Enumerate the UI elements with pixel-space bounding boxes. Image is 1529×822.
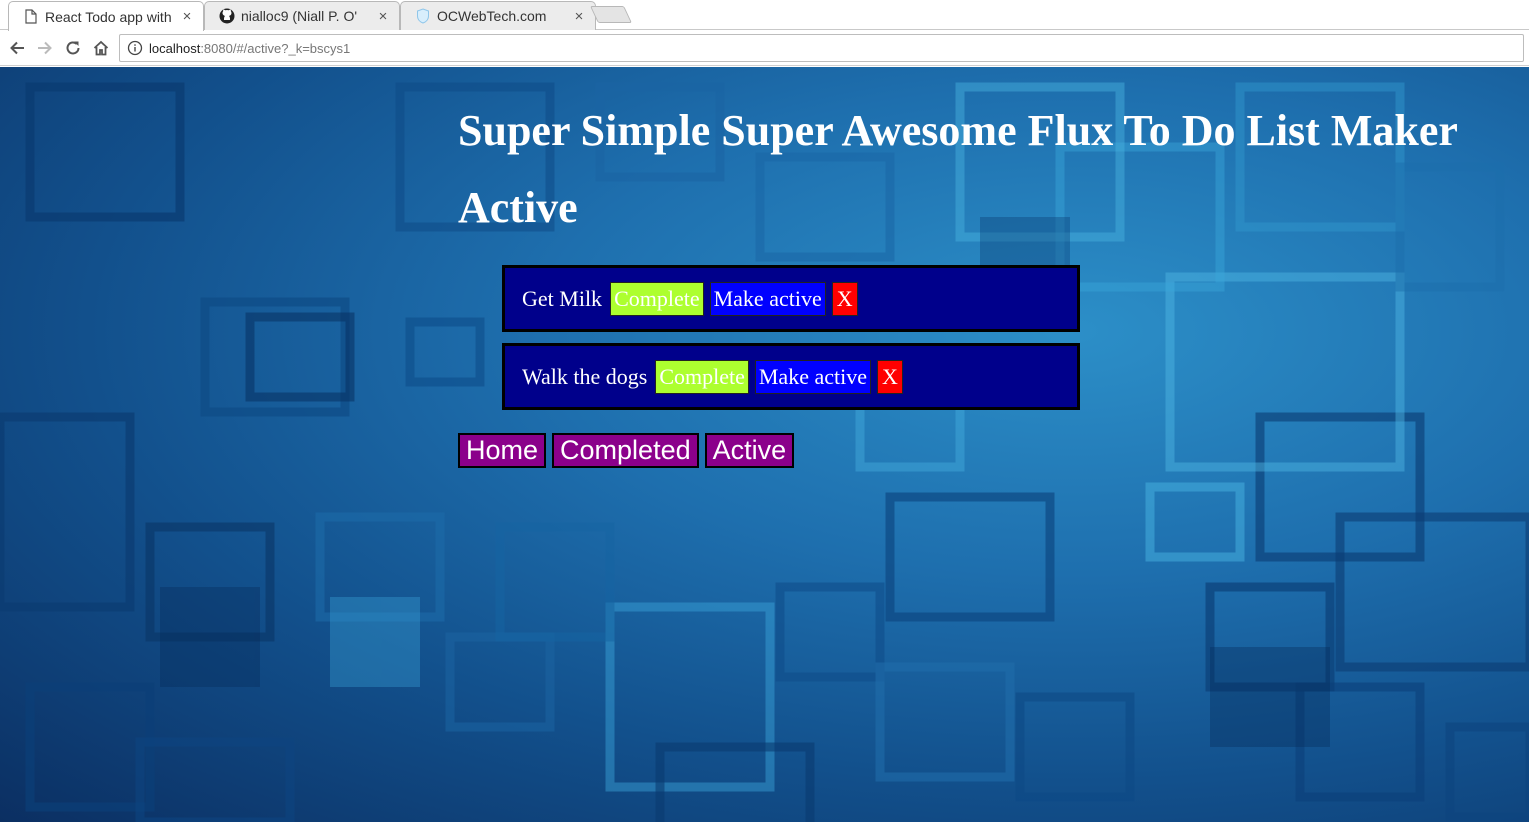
forward-arrow-icon — [38, 41, 52, 55]
back-arrow-icon — [10, 41, 24, 55]
reload-button[interactable] — [62, 37, 84, 59]
section-title: Active — [458, 183, 578, 232]
make-active-button[interactable]: Make active — [709, 281, 826, 316]
nav-link-home[interactable]: Home — [458, 433, 547, 468]
tab-strip: React Todo app with × nialloc9 (Niall P.… — [0, 0, 1529, 31]
todo-item: Walk the dogs Complete Make active X — [502, 343, 1080, 410]
close-icon[interactable]: × — [375, 8, 391, 25]
github-icon — [219, 8, 235, 24]
todo-text: Get Milk — [522, 285, 603, 311]
nav-link-completed[interactable]: Completed — [552, 433, 699, 468]
back-button[interactable] — [6, 37, 28, 59]
tab-github[interactable]: nialloc9 (Niall P. O' × — [204, 1, 400, 30]
complete-button[interactable]: Complete — [610, 281, 704, 316]
info-icon — [127, 40, 143, 56]
todo-item: Get Milk Complete Make active X — [502, 265, 1080, 332]
nav-link-active[interactable]: Active — [704, 433, 795, 468]
url-host: localhost — [149, 40, 201, 56]
tab-title: nialloc9 (Niall P. O' — [241, 8, 358, 24]
address-bar[interactable]: localhost:8080/#/active?_k=bscys1 — [119, 34, 1524, 62]
close-icon[interactable]: × — [179, 8, 195, 25]
todo-text: Walk the dogs — [522, 363, 648, 389]
tab-ocwebtech[interactable]: OCWebTech.com × — [400, 1, 596, 30]
home-button[interactable] — [90, 37, 112, 59]
tab-title: OCWebTech.com — [437, 8, 547, 24]
app-title: Super Simple Super Awesome Flux To Do Li… — [458, 106, 1458, 155]
make-active-button[interactable]: Make active — [754, 359, 871, 394]
forward-button[interactable] — [34, 37, 56, 59]
browser-toolbar: localhost:8080/#/active?_k=bscys1 — [0, 31, 1529, 66]
filter-nav: Home Completed Active — [458, 433, 800, 468]
new-tab-button[interactable] — [590, 6, 632, 23]
shield-icon — [415, 8, 431, 24]
reload-icon — [66, 41, 80, 55]
delete-button[interactable]: X — [876, 359, 903, 394]
tab-title: React Todo app with — [45, 8, 172, 25]
delete-button[interactable]: X — [831, 281, 858, 316]
close-icon[interactable]: × — [571, 8, 587, 25]
document-icon — [23, 9, 39, 25]
page-viewport: Super Simple Super Awesome Flux To Do Li… — [0, 67, 1529, 822]
complete-button[interactable]: Complete — [655, 359, 749, 394]
home-icon — [93, 40, 109, 56]
tab-react-todo[interactable]: React Todo app with × — [8, 1, 204, 31]
url-path: :8080/#/active?_k=bscys1 — [200, 40, 351, 56]
